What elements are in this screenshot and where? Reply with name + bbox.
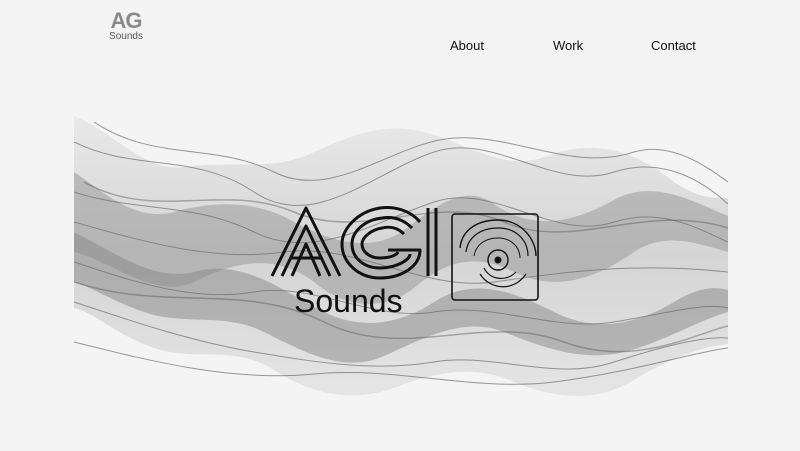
top-navigation: AG Sounds About Work Contact [0, 0, 800, 70]
vinyl-record-icon [451, 213, 539, 301]
nav-about-link[interactable]: About [450, 38, 484, 53]
hero-logo: Sounds [270, 200, 542, 320]
brand-logo-mark: AG [110, 8, 143, 33]
brand-logo-subtitle: Sounds [109, 31, 143, 42]
hero-logo-subtitle: Sounds [294, 283, 403, 319]
hero-logo-graphic: Sounds [270, 206, 539, 319]
nav-work-link[interactable]: Work [553, 38, 583, 53]
brand-logo-link[interactable]: AG Sounds [108, 10, 144, 42]
nav-contact-link[interactable]: Contact [651, 38, 696, 53]
